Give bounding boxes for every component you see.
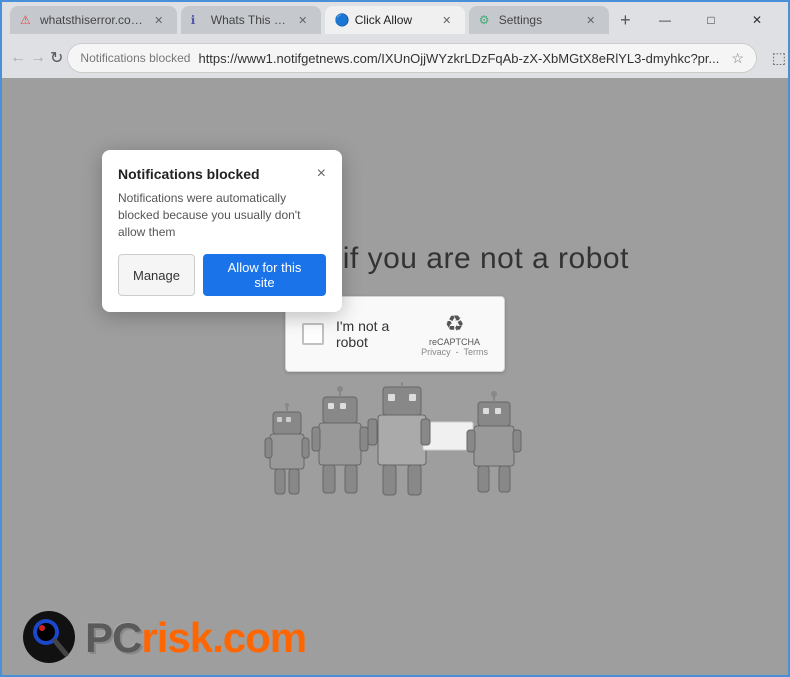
tab-1[interactable]: ⚠ whatsthiserror.com/b... ✕	[10, 6, 177, 34]
minimize-button[interactable]: —	[642, 4, 688, 36]
pcrisk-text: PCrisk.com	[85, 617, 306, 659]
close-window-button[interactable]: ✕	[734, 4, 780, 36]
tab1-label: whatsthiserror.com/b...	[40, 13, 145, 27]
popup-header: Notifications blocked ×	[118, 166, 326, 182]
popup-close-icon[interactable]: ×	[317, 166, 326, 182]
pcrisk-logo: PCrisk.com	[22, 610, 306, 665]
tab3-close-icon[interactable]: ✕	[439, 12, 455, 28]
tab1-favicon: ⚠	[20, 13, 34, 27]
tab1-close-icon[interactable]: ✕	[151, 12, 167, 28]
extensions-button[interactable]: ⬚	[765, 44, 790, 72]
tab2-close-icon[interactable]: ✕	[295, 12, 311, 28]
tab3-favicon: 🔵	[335, 13, 349, 27]
toolbar-actions: ⬚ 👤 ⋮	[765, 44, 790, 72]
allow-for-site-button[interactable]: Allow for this site	[203, 254, 326, 296]
captcha-label: I'm not a robot	[336, 318, 409, 350]
forward-button[interactable]: →	[30, 44, 46, 72]
popup-description: Notifications were automatically blocked…	[118, 190, 326, 240]
tab3-label: Click Allow	[355, 13, 433, 27]
refresh-button[interactable]: ↻	[50, 44, 63, 72]
robots-illustration	[255, 382, 535, 512]
recaptcha-icon: ♻	[445, 311, 465, 337]
web-content: Notifications blocked × Notifications we…	[2, 78, 788, 675]
recaptcha-links: Privacy - Terms	[421, 347, 488, 357]
address-field[interactable]: Notifications blocked https://www1.notif…	[67, 43, 757, 73]
captcha-checkbox[interactable]	[302, 323, 324, 345]
new-tab-button[interactable]: +	[613, 6, 638, 34]
address-bar: ← → ↻ Notifications blocked https://www1…	[2, 38, 788, 78]
privacy-link[interactable]: Privacy	[421, 347, 451, 357]
maximize-button[interactable]: □	[688, 4, 734, 36]
popup-buttons: Manage Allow for this site	[118, 254, 326, 296]
window-controls: — □ ✕	[642, 4, 780, 36]
risk-text: risk.com	[141, 617, 306, 659]
tab-4[interactable]: ⚙ Settings ✕	[469, 6, 609, 34]
chrome-browser: ⚠ whatsthiserror.com/b... ✕ ℹ Whats This…	[2, 2, 788, 675]
terms-link[interactable]: Terms	[463, 347, 488, 357]
url-display: https://www1.notifgetnews.com/IXUnOjjWYz…	[198, 51, 719, 66]
tab2-label: Whats This Error	[211, 13, 289, 27]
manage-button[interactable]: Manage	[118, 254, 195, 296]
security-label: Notifications blocked	[80, 51, 190, 65]
title-bar: ⚠ whatsthiserror.com/b... ✕ ℹ Whats This…	[2, 2, 788, 38]
tab-2[interactable]: ℹ Whats This Error ✕	[181, 6, 321, 34]
popup-title: Notifications blocked	[118, 166, 260, 182]
pc-text: PC	[85, 617, 141, 659]
notification-popup: Notifications blocked × Notifications we…	[102, 150, 342, 312]
robots-svg	[255, 382, 535, 512]
tab4-favicon: ⚙	[479, 13, 493, 27]
tab4-label: Settings	[499, 13, 577, 27]
recaptcha-logo: ♻ reCAPTCHA Privacy - Terms	[421, 311, 488, 357]
tab-3[interactable]: 🔵 Click Allow ✕	[325, 6, 465, 34]
bookmark-icon[interactable]: ☆	[731, 50, 744, 67]
pcrisk-icon	[22, 610, 77, 665]
tab4-close-icon[interactable]: ✕	[583, 12, 599, 28]
tab2-favicon: ℹ	[191, 13, 205, 27]
recaptcha-brand: reCAPTCHA	[429, 337, 480, 347]
back-button[interactable]: ←	[10, 44, 26, 72]
